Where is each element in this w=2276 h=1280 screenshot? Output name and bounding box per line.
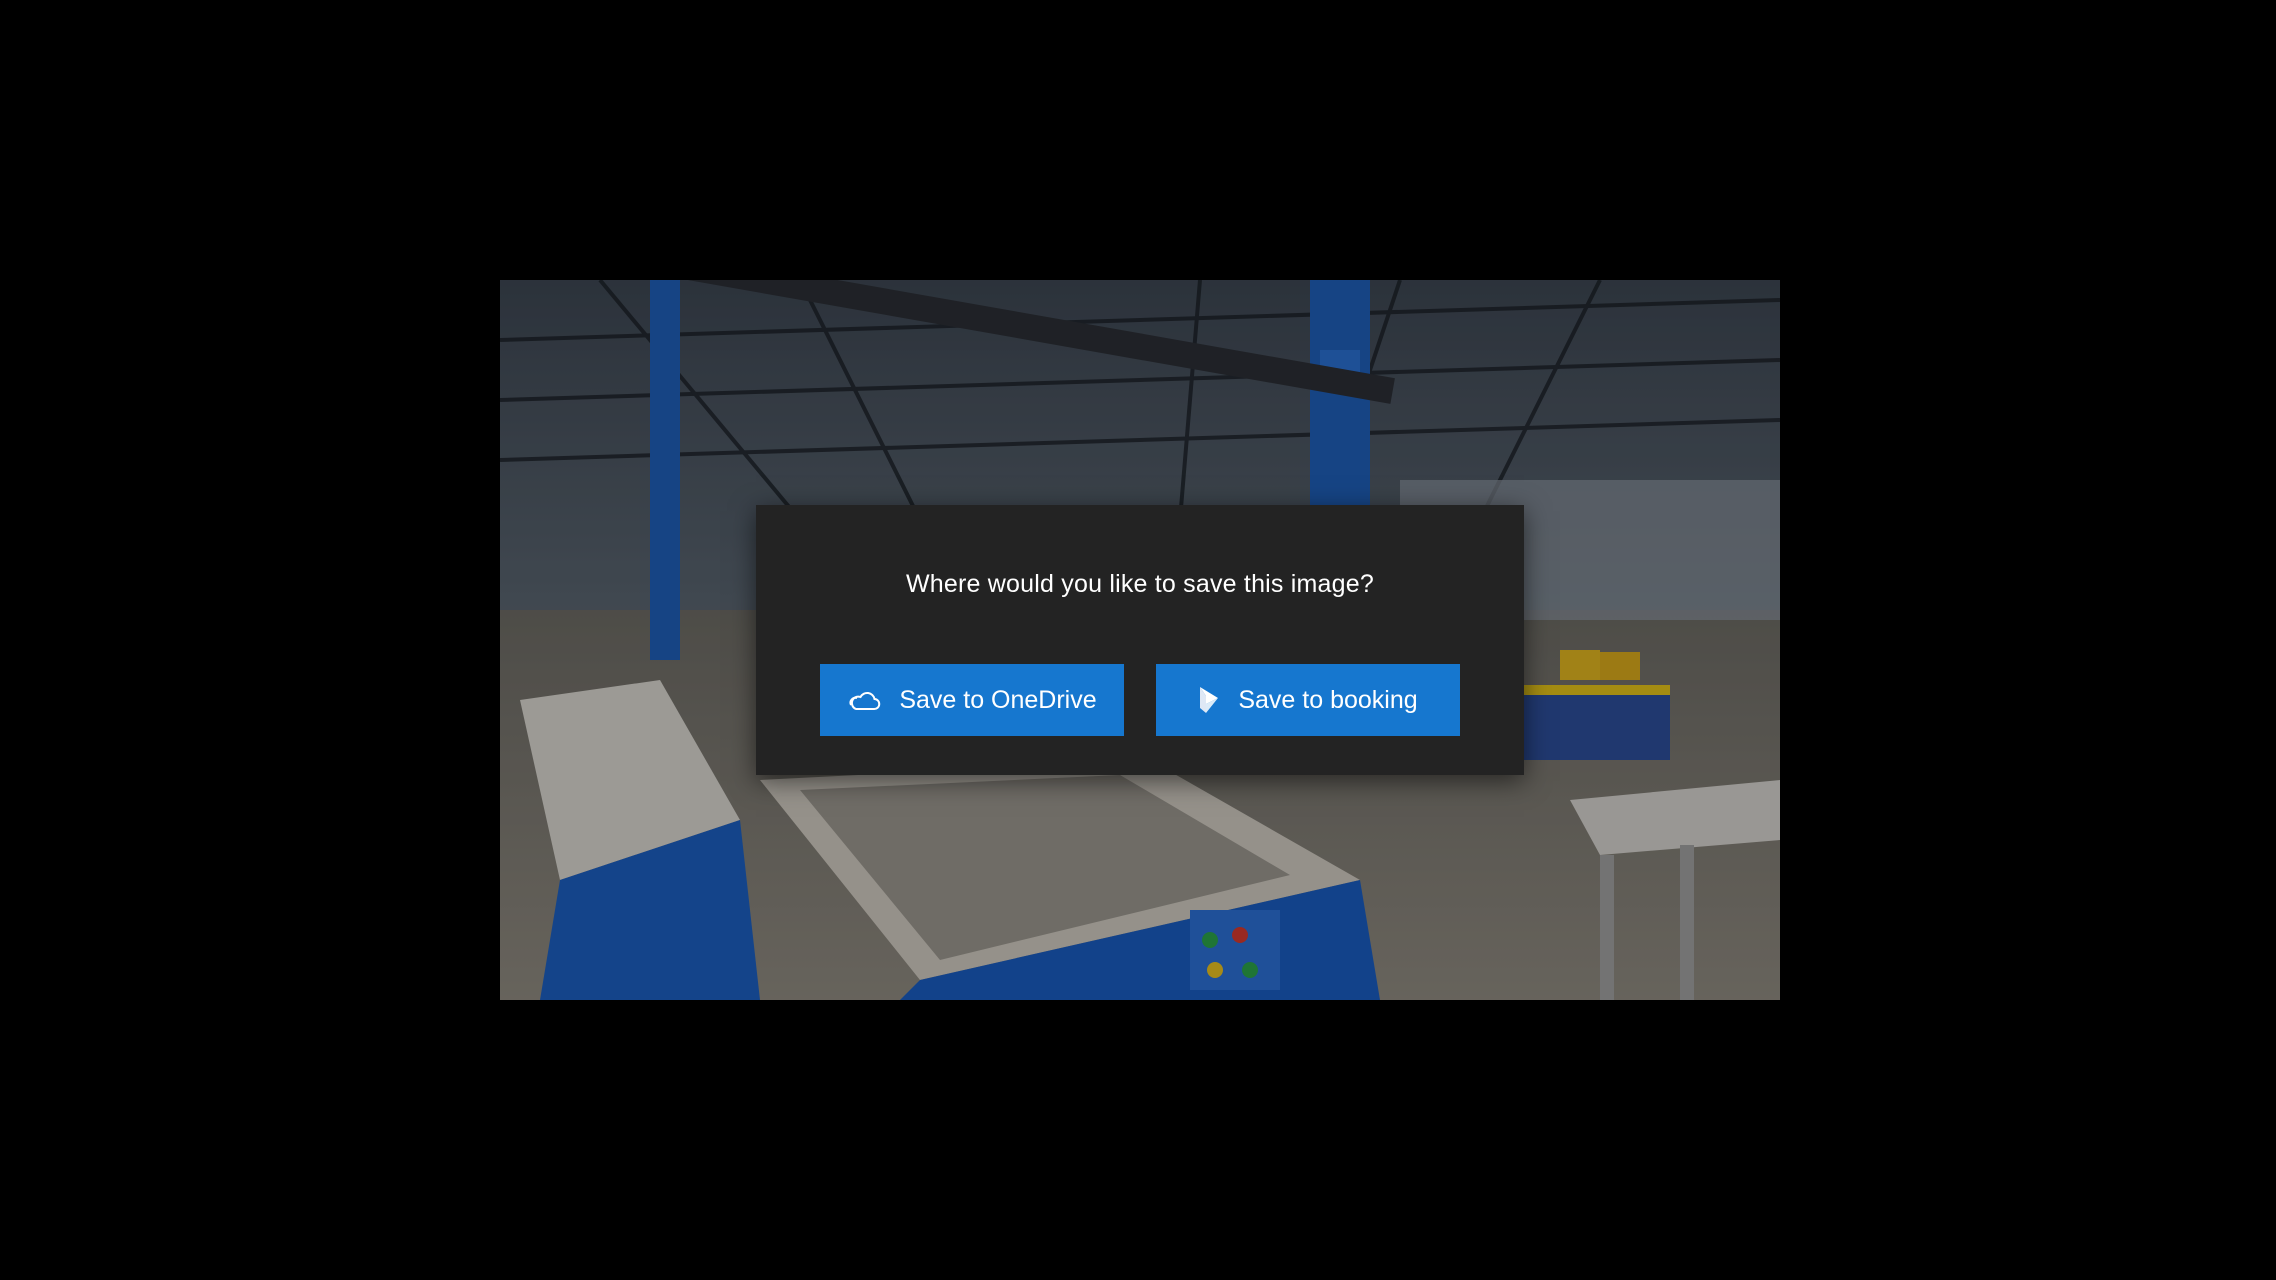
app-window: Where would you like to save this image?…	[0, 0, 2276, 1280]
onedrive-cloud-icon	[847, 689, 881, 711]
save-to-onedrive-label: Save to OneDrive	[899, 685, 1097, 714]
save-image-dialog: Where would you like to save this image?…	[756, 505, 1524, 775]
dialog-title: Where would you like to save this image?	[906, 570, 1374, 598]
save-to-onedrive-button[interactable]: Save to OneDrive	[820, 664, 1124, 736]
save-to-booking-button[interactable]: Save to booking	[1156, 664, 1460, 736]
save-to-booking-label: Save to booking	[1238, 685, 1418, 714]
dynamics-booking-icon	[1198, 686, 1220, 714]
